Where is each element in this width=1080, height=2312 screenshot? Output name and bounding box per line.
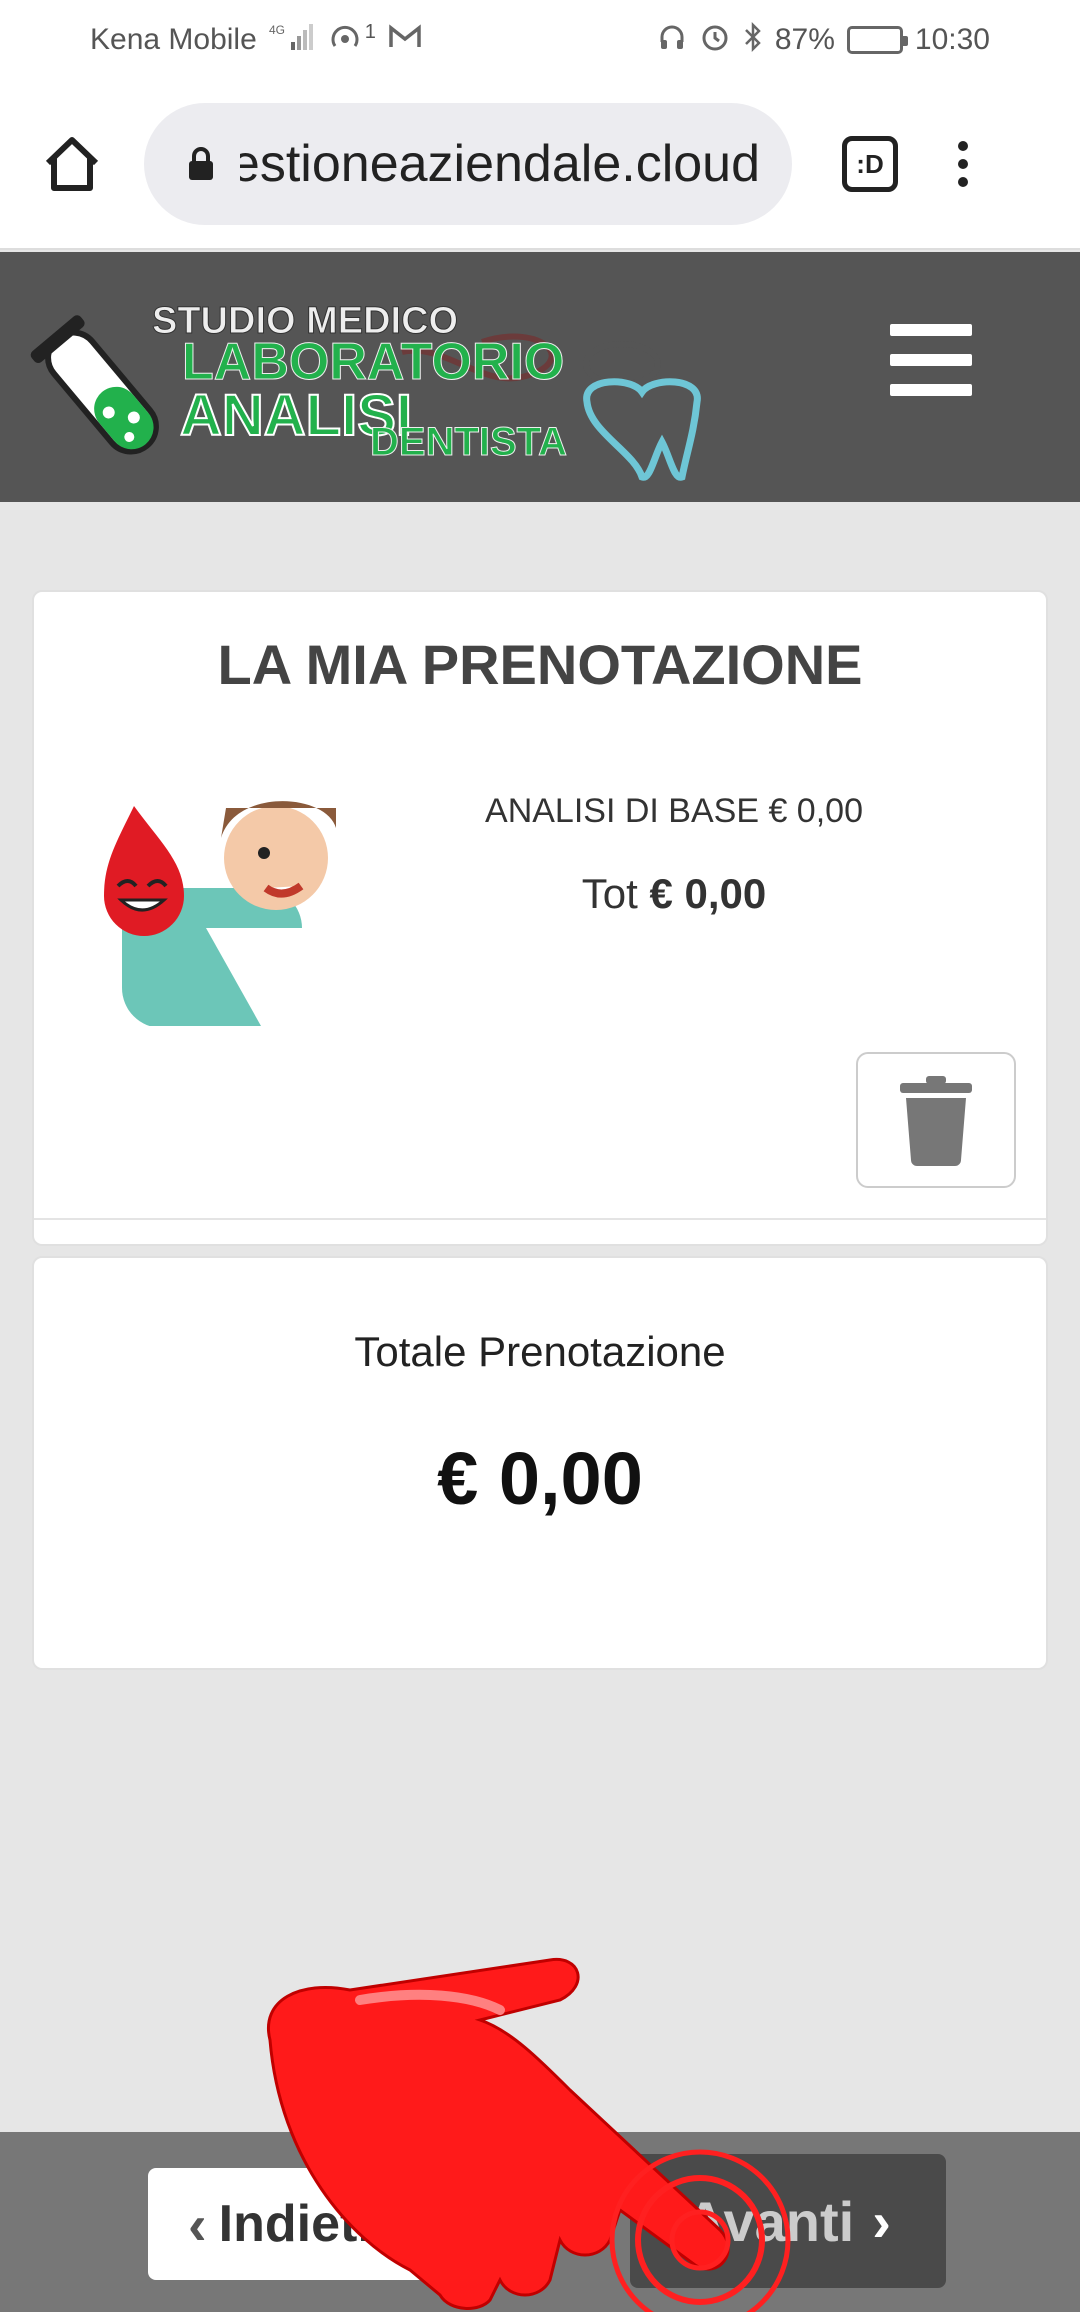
bar [890,324,972,336]
booking-total-value: € 0,00 [437,1437,643,1520]
logo-line-dentista: DENTISTA [369,420,568,465]
bar [890,354,972,366]
chevron-left-icon: ‹ [188,2192,207,2256]
site-header: STUDIO MEDICO LABORATORIO ANALISI DENTIS… [0,252,1080,502]
dot [958,141,968,151]
booking-total-label: Totale Prenotazione [354,1328,726,1375]
tab-switcher-button[interactable]: :D [842,136,898,192]
alarm-icon [699,21,731,60]
item-total-value: € 0,00 [649,870,767,917]
battery-percent: 87% [774,23,835,56]
trash-icon [900,1076,972,1166]
address-bar[interactable]: gestioneaziendale.cloud [144,103,792,225]
booking-card: LA MIA PRENOTAZIONE ANALISI DI BASE € 0,… [32,590,1048,1246]
booking-title: LA MIA PRENOTAZIONE [217,633,863,696]
battery-icon [846,26,908,54]
notification-count: 1 [364,20,376,43]
blood-test-illustration [86,788,338,1026]
booking-total-card: Totale Prenotazione € 0,00 [32,1256,1048,1670]
card-divider [34,1218,1046,1220]
status-bar: Kena Mobile 4G 1 87% 10:30 [0,0,1080,80]
hotspot-icon [327,22,363,59]
lock-icon [189,147,213,180]
booked-item: ANALISI DI BASE € 0,00 [485,792,863,830]
bluetooth-icon [743,21,763,60]
headset-icon [657,22,687,59]
home-icon [45,137,99,191]
dot [958,159,968,169]
browser-toolbar: gestioneaziendale.cloud :D [0,80,1080,250]
chevron-right-icon: › [872,2189,891,2253]
item-total: Tot € 0,00 [324,870,1024,918]
pointing-hand-icon [267,1958,791,2312]
bar [890,384,972,396]
svg-text:4G: 4G [269,23,285,37]
url-text: gestioneaziendale.cloud [240,135,760,193]
browser-menu-button[interactable] [958,141,968,187]
gmail-icon [388,23,422,57]
carrier-label: Kena Mobile [90,23,257,56]
dot [958,177,968,187]
site-logo[interactable]: STUDIO MEDICO LABORATORIO ANALISI DENTIS… [22,282,702,482]
clock: 10:30 [914,23,990,56]
delete-button[interactable] [856,1052,1016,1188]
hamburger-menu-button[interactable] [890,324,972,396]
signal-icon: 4G [269,22,315,59]
item-total-label: Tot [581,870,638,917]
home-button[interactable] [0,79,144,249]
